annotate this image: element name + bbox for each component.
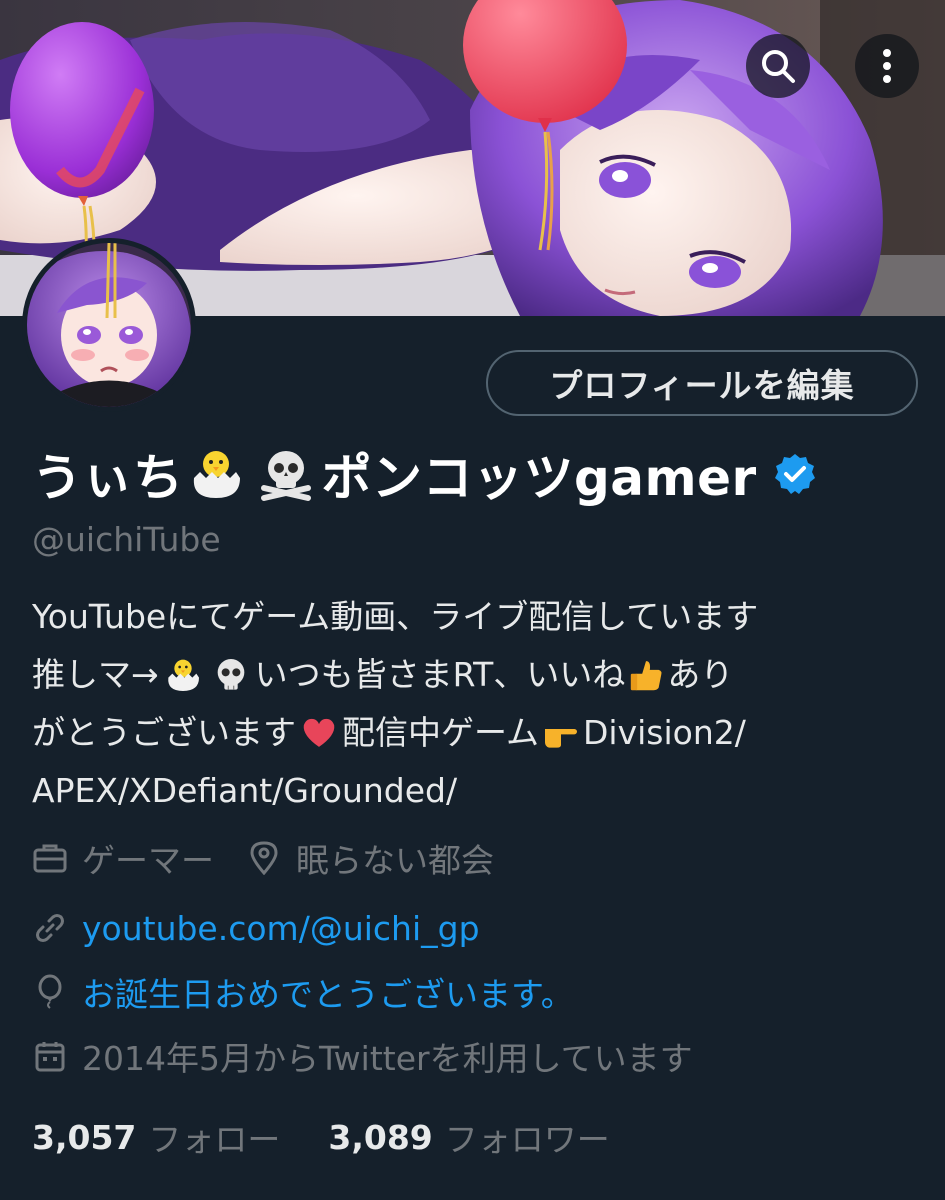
thumbs-up-emoji [631,661,662,691]
calendar-icon [32,1038,68,1074]
location-text: 眠らない都会 [296,841,494,880]
link-icon [32,910,68,946]
red-heart-emoji [303,718,335,747]
bio-text: いつも皆さまRT、いいね [254,655,626,694]
bio-line: がとうございます 配信中ゲーム Division2/ [32,704,922,762]
bio-text: 配信中ゲーム [342,713,540,752]
following-label: フォロー [148,1120,281,1159]
hatching-chick-emoji [193,451,240,498]
verified-badge-icon[interactable] [773,452,817,496]
bio-text: Division2/ [583,713,746,752]
profile-meta-row: お誕生日おめでとうございます。 [32,968,574,1016]
profile-avatar[interactable] [22,238,196,412]
location-icon [246,840,282,876]
profile-meta-row: youtube.com/@uichi_gp [32,904,480,952]
bio-text: がとうございます [32,713,296,752]
following-link[interactable]: 3,057 フォロー [32,1113,280,1161]
followers-count: 3,089 [328,1117,433,1157]
display-name: うぃち ポンコッツgamer [32,438,817,510]
followers-link[interactable]: 3,089 フォロワー [328,1113,609,1161]
joined-date-text: 2014年5月からTwitterを利用しています [82,1039,693,1078]
user-handle: @uichiTube [32,520,221,559]
skull-emoji [217,659,244,690]
bio-text: YouTubeにてゲーム動画、ライブ配信しています [32,597,759,636]
briefcase-icon [32,840,68,876]
profession-text: ゲーマー [82,841,214,880]
profile-bio: YouTubeにてゲーム動画、ライブ配信しています 推しマ→ いつも皆さまRT、… [32,588,922,820]
profile-meta-row: 2014年5月からTwitterを利用しています [32,1032,693,1080]
bio-text: APEX/XDefiant/Grounded/ [32,771,458,810]
bio-text: 推しマ→ [32,655,159,694]
search-icon [762,50,795,83]
more-vertical-icon [883,49,891,83]
bio-line: YouTubeにてゲーム動画、ライブ配信しています [32,588,922,646]
following-count: 3,057 [32,1117,137,1157]
avatar-image [27,243,191,407]
followers-label: フォロワー [444,1120,610,1159]
more-options-button[interactable] [855,34,919,98]
balloon-icon [32,974,68,1010]
skull-crossbones-emoji [260,451,311,501]
search-button[interactable] [746,34,810,98]
bio-line: APEX/XDefiant/Grounded/ [32,762,922,820]
bio-text: あり [667,655,734,694]
display-name-part1: うぃち [32,449,184,507]
profile-meta-row: ゲーマー 眠らない都会 [32,834,494,882]
edit-profile-button[interactable]: プロフィールを編集 [486,350,918,416]
follow-stats: 3,057 フォロー 3,089 フォロワー [32,1112,610,1162]
profile-page: プロフィールを編集 うぃち ポンコッツgamer @uichiTube YouT… [0,0,945,1200]
birthday-text: お誕生日おめでとうございます。 [82,975,574,1014]
hatching-chick-emoji [167,659,199,691]
website-link[interactable]: youtube.com/@uichi_gp [82,909,480,948]
pointing-right-emoji [545,729,578,748]
display-name-part2: ポンコッツgamer [321,449,757,507]
bio-line: 推しマ→ いつも皆さまRT、いいね あり [32,646,922,704]
